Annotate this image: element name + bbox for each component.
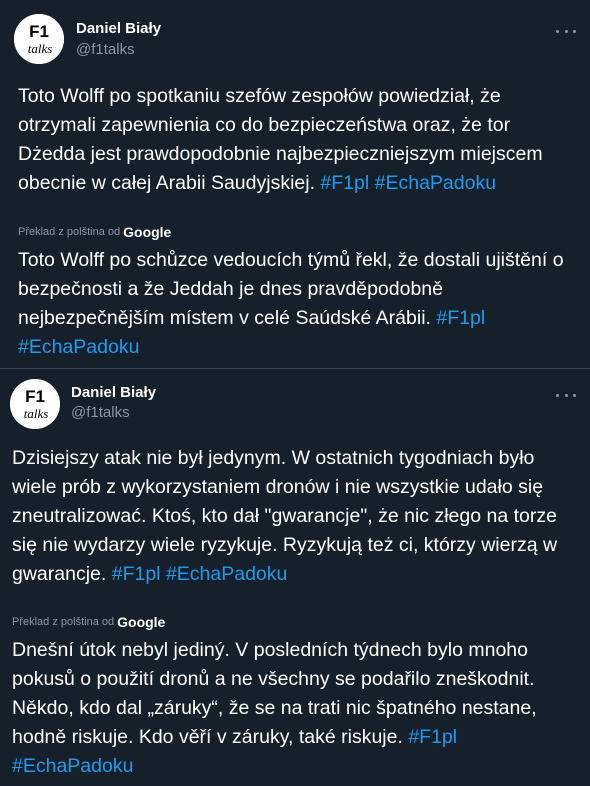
logo-text-talks: talks [24,406,49,421]
translation-note-label: Překlad z polština od [18,226,121,238]
hashtag-link[interactable]: #EchaPadoku [166,563,287,585]
avatar[interactable]: F1 talks [10,379,60,429]
translation-note-label: Překlad z polština od [12,616,115,628]
translated-text: Toto Wolff po schůzce vedoucích týmů řek… [18,246,578,362]
hashtag-link[interactable]: #F1pl [408,726,457,748]
translated-text: Dnešní útok nebyl jediný. V posledních t… [12,636,578,781]
logo-text-f1: F1 [29,22,49,41]
logo-text-f1: F1 [25,387,45,406]
more-options-icon[interactable] [556,389,576,401]
author-handle[interactable]: @f1talks [76,41,135,58]
f1talks-logo-icon: F1 talks [14,14,64,64]
google-logo: Google [123,224,172,240]
hashtag-link[interactable]: #F1pl [320,172,369,194]
hashtag-link[interactable]: #EchaPadoku [375,172,496,194]
hashtag-link[interactable]: #EchaPadoku [12,755,133,777]
more-options-icon[interactable] [556,25,576,37]
translation-attribution: Překlad z polština od Google [12,614,165,630]
logo-text-talks: talks [28,41,53,56]
tweet[interactable]: F1 talks Daniel Biały @f1talks Toto Wolf… [0,0,590,369]
hashtag-link[interactable]: #F1pl [436,307,485,329]
avatar[interactable]: F1 talks [14,14,64,64]
hashtag-link[interactable]: #EchaPadoku [18,336,139,358]
hashtag-link[interactable]: #F1pl [112,563,161,585]
translation-attribution: Překlad z polština od Google [18,224,171,240]
author-name[interactable]: Daniel Biały [76,20,161,37]
f1talks-logo-icon: F1 talks [10,379,60,429]
tweet-text: Dzisiejszy atak nie był jedynym. W ostat… [12,444,578,589]
author-name[interactable]: Daniel Biały [71,384,156,401]
tweet-text: Toto Wolff po spotkaniu szefów zespołów … [18,82,578,198]
author-handle[interactable]: @f1talks [71,404,130,421]
google-logo: Google [117,614,166,630]
tweet[interactable]: F1 talks Daniel Biały @f1talks Dzisiejsz… [0,369,590,786]
translated-text-body: Dnešní útok nebyl jediný. V posledních t… [12,639,537,748]
